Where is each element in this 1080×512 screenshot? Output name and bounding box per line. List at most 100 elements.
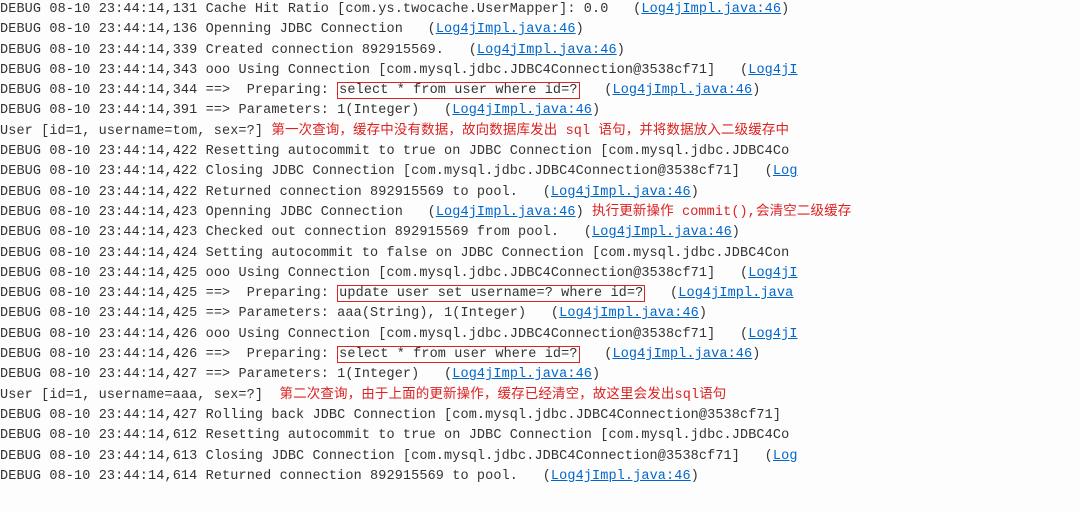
paren: ( [715, 266, 748, 281]
log-date: 08-10 [49, 205, 90, 220]
log-level: DEBUG [0, 367, 41, 382]
log-msg: ==> Parameters: 1(Integer) [206, 367, 420, 382]
log-level: DEBUG [0, 43, 41, 58]
log-date: 08-10 [49, 428, 90, 443]
source-link[interactable]: Log4jImpl.java:46 [436, 22, 576, 37]
source-link[interactable]: Log4jImpl.java:46 [559, 306, 699, 321]
source-link[interactable]: Log4jImpl.java:46 [551, 185, 691, 200]
log-ms: 422 [173, 164, 198, 179]
log-line: DEBUG 08-10 23:44:14,422 Closing JDBC Co… [0, 162, 1080, 182]
log-time: 23:44:14 [99, 367, 165, 382]
source-link[interactable]: Log4jImpl.java:46 [641, 2, 781, 17]
source-link[interactable]: Log4jImpl.java:46 [551, 469, 691, 484]
log-msg: Returned connection 892915569 to pool. [206, 185, 518, 200]
source-link[interactable]: Log4jImpl.java:46 [436, 205, 576, 220]
log-date: 08-10 [49, 306, 90, 321]
log-msg: ooo Using Connection [com.mysql.jdbc.JDB… [206, 327, 716, 342]
paren: ( [559, 225, 592, 240]
paren: ) [691, 185, 699, 200]
log-line: DEBUG 08-10 23:44:14,344 ==> Preparing: … [0, 81, 1080, 101]
log-time: 23:44:14 [99, 246, 165, 261]
log-ms: 339 [173, 43, 198, 58]
paren: ( [608, 2, 641, 17]
log-date: 08-10 [49, 347, 90, 362]
log-msg: ==> Preparing: [206, 83, 338, 98]
log-level: DEBUG [0, 83, 41, 98]
source-link[interactable]: Log4jI [748, 266, 797, 281]
log-level: DEBUG [0, 408, 41, 423]
log-msg: ==> Parameters: 1(Integer) [206, 103, 420, 118]
paren: ) [781, 2, 789, 17]
log-date: 08-10 [49, 83, 90, 98]
sql-highlight-select: select * from user where id=? [337, 82, 579, 99]
log-line: DEBUG 08-10 23:44:14,136 Openning JDBC C… [0, 20, 1080, 40]
source-link[interactable]: Log4jImpl.java:46 [592, 225, 732, 240]
log-date: 08-10 [49, 164, 90, 179]
log-msg: Checked out connection 892915569 from po… [206, 225, 560, 240]
log-level: DEBUG [0, 286, 41, 301]
source-link[interactable]: Log [773, 164, 798, 179]
log-ms: 614 [173, 469, 198, 484]
source-link[interactable]: Log4jImpl.java [678, 286, 793, 301]
log-time: 23:44:14 [99, 225, 165, 240]
log-level: DEBUG [0, 347, 41, 362]
log-line: DEBUG 08-10 23:44:14,422 Returned connec… [0, 183, 1080, 203]
log-msg: Setting autocommit to false on JDBC Conn… [206, 246, 790, 261]
log-date: 08-10 [49, 367, 90, 382]
log-msg: ==> Preparing: [206, 286, 338, 301]
log-line: DEBUG 08-10 23:44:14,425 ==> Preparing: … [0, 284, 1080, 304]
source-link[interactable]: Log4jImpl.java:46 [477, 43, 617, 58]
sql-highlight-select: select * from user where id=? [337, 346, 579, 363]
source-link[interactable]: Log [773, 449, 798, 464]
log-ms: 344 [173, 83, 198, 98]
log-msg: ooo Using Connection [com.mysql.jdbc.JDB… [206, 266, 716, 281]
paren: ( [526, 306, 559, 321]
log-ms: 424 [173, 246, 198, 261]
log-msg: ooo Using Connection [com.mysql.jdbc.JDB… [206, 63, 716, 78]
log-line: DEBUG 08-10 23:44:14,427 ==> Parameters:… [0, 365, 1080, 385]
log-ms: 343 [173, 63, 198, 78]
log-level: DEBUG [0, 266, 41, 281]
log-line: DEBUG 08-10 23:44:14,423 Openning JDBC C… [0, 203, 1080, 223]
source-link[interactable]: Log4jImpl.java:46 [612, 83, 752, 98]
log-line: DEBUG 08-10 23:44:14,391 ==> Parameters:… [0, 101, 1080, 121]
paren: ) [617, 43, 625, 58]
log-msg: Closing JDBC Connection [com.mysql.jdbc.… [206, 164, 740, 179]
log-time: 23:44:14 [99, 327, 165, 342]
log-time: 23:44:14 [99, 43, 165, 58]
annotation-commit-clear: 执行更新操作 commit(),会清空二级缓存 [592, 205, 851, 220]
paren: ( [518, 185, 551, 200]
log-level: DEBUG [0, 103, 41, 118]
log-level: DEBUG [0, 63, 41, 78]
log-ms: 427 [173, 367, 198, 382]
log-date: 08-10 [49, 2, 90, 17]
source-link[interactable]: Log4jI [748, 327, 797, 342]
log-level: DEBUG [0, 22, 41, 37]
log-date: 08-10 [49, 327, 90, 342]
log-time: 23:44:14 [99, 286, 165, 301]
log-line: DEBUG 08-10 23:44:14,612 Resetting autoc… [0, 426, 1080, 446]
log-level: DEBUG [0, 246, 41, 261]
source-link[interactable]: Log4jI [748, 63, 797, 78]
log-level: DEBUG [0, 164, 41, 179]
source-link[interactable]: Log4jImpl.java:46 [452, 103, 592, 118]
sql-highlight-update: update user set username=? where id=? [337, 285, 645, 302]
log-time: 23:44:14 [99, 103, 165, 118]
log-ms: 613 [173, 449, 198, 464]
paren: ) [592, 103, 600, 118]
annotation-second-query: 第二次查询，由于上面的更新操作，缓存已经清空，故这里会发出sql语句 [280, 388, 727, 403]
log-ms: 425 [173, 286, 198, 301]
log-time: 23:44:14 [99, 22, 165, 37]
log-date: 08-10 [49, 469, 90, 484]
log-ms: 425 [173, 306, 198, 321]
annotation-first-query: 第一次查询，缓存中没有数据，故向数据库发出 sql 语句，并将数据放入二级缓存中 [271, 124, 789, 139]
log-date: 08-10 [49, 63, 90, 78]
log-level: DEBUG [0, 327, 41, 342]
paren: ( [740, 449, 773, 464]
log-msg: User [id=1, username=aaa, sex=?] [0, 388, 263, 403]
log-date: 08-10 [49, 408, 90, 423]
log-time: 23:44:14 [99, 306, 165, 321]
source-link[interactable]: Log4jImpl.java:46 [612, 347, 752, 362]
log-time: 23:44:14 [99, 144, 165, 159]
source-link[interactable]: Log4jImpl.java:46 [452, 367, 592, 382]
